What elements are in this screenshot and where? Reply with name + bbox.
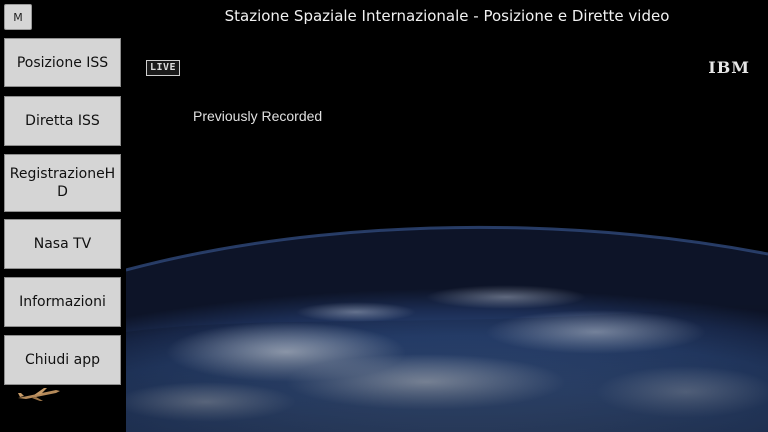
video-player[interactable]: LIVE IBM Previously Recorded bbox=[126, 32, 768, 432]
nav-button-posizione-iss[interactable]: Posizione ISS bbox=[4, 38, 121, 87]
nav-button-label: Chiudi app bbox=[25, 352, 100, 368]
nav-button-label: RegistrazioneHD bbox=[9, 166, 116, 200]
nav-button-informazioni[interactable]: Informazioni bbox=[4, 277, 121, 327]
nav-button-chiudi-app[interactable]: Chiudi app bbox=[4, 335, 121, 385]
nav-button-label: Nasa TV bbox=[33, 236, 92, 252]
earth-video-frame bbox=[126, 32, 768, 432]
sidebar: Posizione ISS Diretta ISS RegistrazioneH… bbox=[0, 32, 126, 432]
nav-button-registrazione-hd[interactable]: RegistrazioneHD bbox=[4, 154, 121, 212]
live-badge: LIVE bbox=[146, 60, 181, 76]
menu-button-label: M bbox=[13, 10, 23, 24]
nav-button-label: Diretta ISS bbox=[25, 113, 100, 129]
previously-recorded-label: Previously Recorded bbox=[193, 108, 323, 124]
menu-button[interactable]: M bbox=[4, 4, 32, 30]
app-title: Stazione Spaziale Internazionale - Posiz… bbox=[224, 7, 670, 25]
nav-button-label: Posizione ISS bbox=[16, 54, 109, 71]
nav-button-diretta-iss[interactable]: Diretta ISS bbox=[4, 96, 121, 146]
ibm-logo: IBM bbox=[708, 58, 750, 77]
app-window: M Stazione Spaziale Internazionale - Pos… bbox=[0, 0, 768, 432]
nav-button-nasa-tv[interactable]: Nasa TV bbox=[4, 219, 121, 269]
nav-button-label: Informazioni bbox=[19, 294, 106, 310]
airplane-icon bbox=[18, 388, 60, 401]
